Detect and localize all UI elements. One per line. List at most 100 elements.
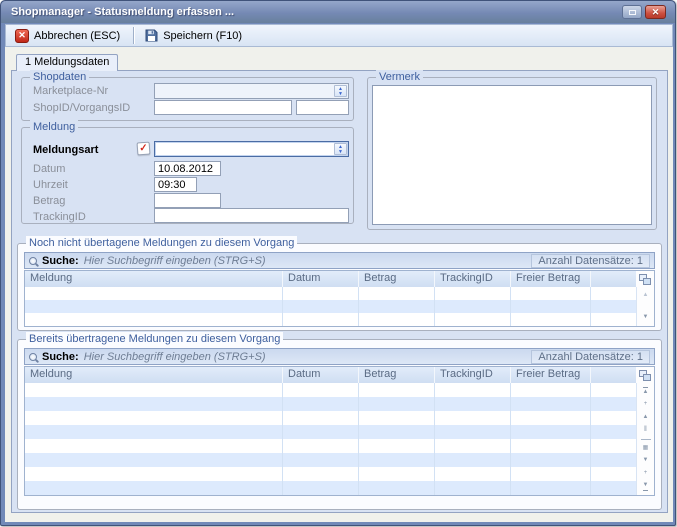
pending-search-bar[interactable]: Suche: Hier Suchbegriff eingeben (STRG+S… [24,252,655,269]
shopid-label: ShopID/VorgangsID [33,102,130,114]
search-placeholder: Hier Suchbegriff eingeben (STRG+S) [84,255,527,267]
group-meldung-title: Meldung [30,120,78,134]
transferred-grid-body: ▲ + ▲ ‖ ▦ ▼ + ▼ [25,383,654,495]
transferred-grid: Meldung Datum Betrag TrackingID Freier B… [24,366,655,496]
trackingid-label: TrackingID [33,211,86,223]
table-row[interactable] [25,439,636,453]
restore-button[interactable] [622,5,642,19]
meldungsart-spinner[interactable]: ▲ ▼ [334,143,347,155]
column-chooser-button[interactable] [636,271,654,287]
spinner-up-icon: ▲ [338,87,343,91]
toolbar-separator [133,27,135,44]
cancel-button[interactable]: ✕ Abbrechen (ESC) [10,26,128,46]
column-chooser-button[interactable] [636,367,654,383]
spinner-down-icon: ▼ [338,150,343,154]
window-title: Shopmanager - Statusmeldung erfassen ... [1,6,622,18]
uhrzeit-label: Uhrzeit [33,179,68,191]
column-header-freier-betrag[interactable]: Freier Betrag [511,271,591,287]
column-header-meldung[interactable]: Meldung [25,271,283,287]
spinner-down-icon: ▼ [338,92,343,96]
scroll-up-icon[interactable]: ▲ [643,292,649,299]
table-row[interactable] [25,481,636,495]
column-header-datum[interactable]: Datum [283,367,359,383]
table-row[interactable] [25,313,636,326]
scroll-down-icon[interactable]: ▼ [643,314,649,321]
table-row[interactable] [25,397,636,411]
column-header-betrag[interactable]: Betrag [359,367,435,383]
column-header-trackingid[interactable]: TrackingID [435,367,511,383]
table-row[interactable] [25,287,636,300]
datum-label: Datum [33,163,65,175]
spinner-up-icon: ▲ [338,145,343,149]
datum-field[interactable] [154,161,221,176]
column-chooser-icon [639,370,651,381]
column-header-freier-betrag[interactable]: Freier Betrag [511,367,591,383]
close-icon: ✕ [652,7,660,18]
marketplace-label: Marketplace-Nr [33,85,108,97]
search-label: Suche: [42,351,79,363]
search-icon [29,353,37,361]
trackingid-field[interactable] [154,208,349,223]
meldungsart-combo[interactable]: ▲ ▼ [154,141,349,157]
close-button[interactable]: ✕ [645,5,666,19]
betrag-label: Betrag [33,195,65,207]
search-placeholder: Hier Suchbegriff eingeben (STRG+S) [84,351,527,363]
nav-rows-icon[interactable]: ▦ [643,445,649,452]
record-count-badge: Anzahl Datensätze: 1 [531,254,650,268]
column-chooser-icon [639,274,651,285]
vermerk-textarea[interactable] [372,85,652,225]
record-navigator: ▲ + ▲ ‖ ▦ ▼ + ▼ [636,383,654,495]
group-vermerk-title: Vermerk [376,70,423,84]
required-check-icon: ✓ [137,142,151,156]
column-header-meldung[interactable]: Meldung [25,367,283,383]
save-button-label: Speichern (F10) [163,30,242,42]
column-header-filler [591,367,636,383]
table-row[interactable] [25,453,636,467]
save-button[interactable]: Speichern (F10) [140,26,250,45]
toolbar: ✕ Abbrechen (ESC) Speichern (F10) [5,24,673,47]
table-row[interactable] [25,411,636,425]
group-shopdaten-title: Shopdaten [30,70,89,84]
column-header-betrag[interactable]: Betrag [359,271,435,287]
record-count-badge: Anzahl Datensätze: 1 [531,350,650,364]
pending-grid: Meldung Datum Betrag TrackingID Freier B… [24,270,655,327]
column-header-trackingid[interactable]: TrackingID [435,271,511,287]
search-icon [29,257,37,265]
nav-prev-icon[interactable]: ▲ [643,414,649,421]
group-pending-title: Noch nicht übertagene Meldungen zu diese… [26,236,297,250]
pending-grid-body: ▲ ▼ [25,287,654,326]
nav-grip-icon[interactable]: ‖ [644,426,647,433]
table-row[interactable] [25,425,636,439]
nav-page-up-icon[interactable]: + [644,401,648,408]
pending-scroll-strip: ▲ ▼ [636,287,654,326]
nav-next-icon[interactable]: ▼ [643,457,649,464]
column-header-filler [591,271,636,287]
marketplace-combo[interactable]: ▲ ▼ [154,83,349,99]
table-row[interactable] [25,300,636,313]
window: Shopmanager - Statusmeldung erfassen ...… [0,0,676,526]
pending-grid-header: Meldung Datum Betrag TrackingID Freier B… [25,271,654,287]
uhrzeit-field[interactable] [154,177,197,192]
table-row[interactable] [25,467,636,481]
search-label: Suche: [42,255,79,267]
transferred-grid-header: Meldung Datum Betrag TrackingID Freier B… [25,367,654,383]
shopid-field[interactable] [154,100,292,115]
save-icon [145,29,158,42]
transferred-search-bar[interactable]: Suche: Hier Suchbegriff eingeben (STRG+S… [24,348,655,365]
group-transferred-title: Bereits übertragene Meldungen zu diesem … [26,332,283,346]
cancel-icon: ✕ [15,29,29,43]
marketplace-spinner[interactable]: ▲ ▼ [334,85,347,97]
nav-divider [641,439,651,440]
column-header-datum[interactable]: Datum [283,271,359,287]
betrag-field[interactable] [154,193,221,208]
table-row[interactable] [25,383,636,397]
cancel-button-label: Abbrechen (ESC) [34,30,120,42]
titlebar: Shopmanager - Statusmeldung erfassen ...… [1,1,675,23]
tab-meldungsdaten[interactable]: 1 Meldungsdaten [16,54,118,71]
nav-page-down-icon[interactable]: + [644,470,648,477]
restore-icon [629,10,636,15]
vorgangsid-field[interactable] [296,100,349,115]
meldungsart-label: Meldungsart [33,144,98,156]
nav-last-icon[interactable]: ▼ [643,482,649,491]
nav-first-icon[interactable]: ▲ [643,387,649,396]
